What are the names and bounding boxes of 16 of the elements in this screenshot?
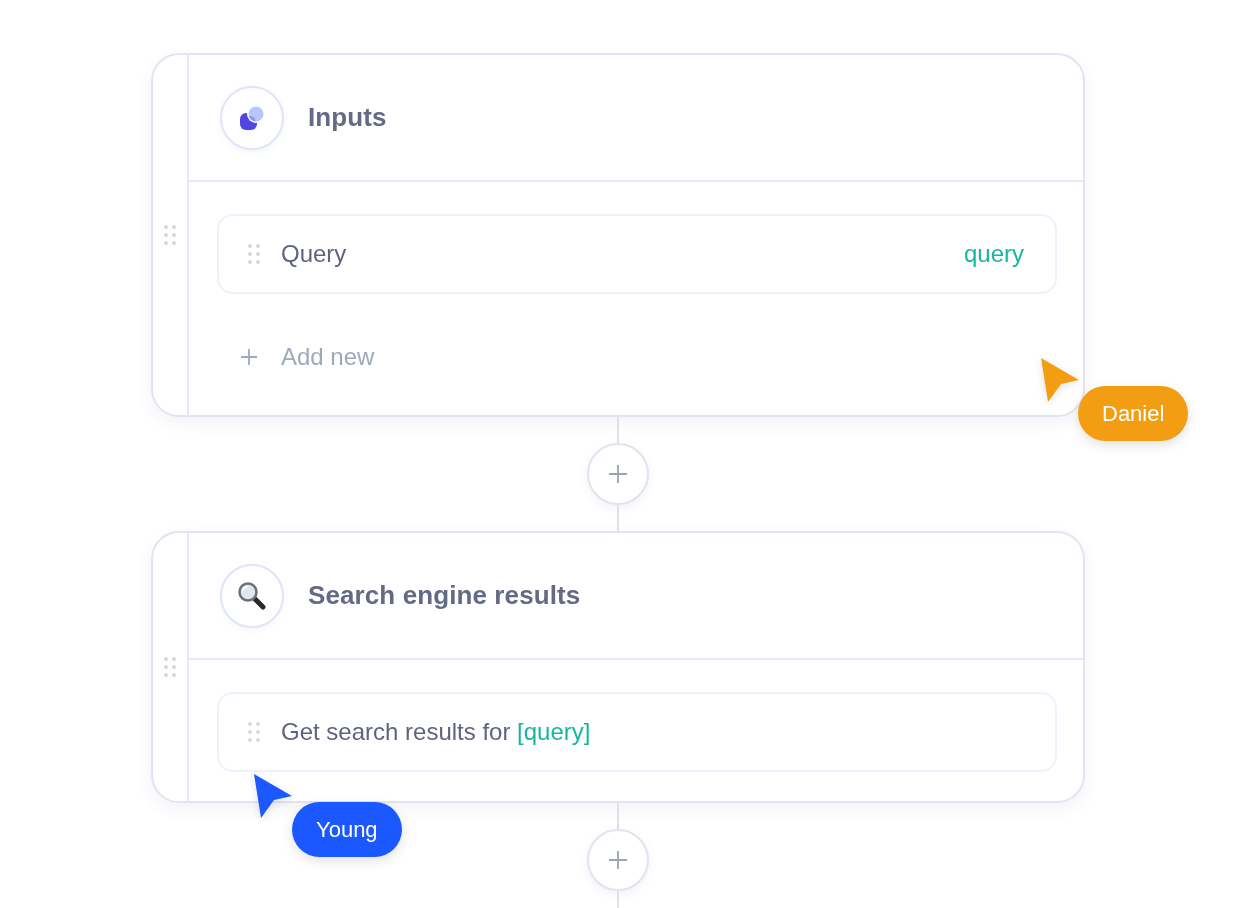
plus-icon — [241, 349, 257, 365]
drag-handle-icon[interactable] — [248, 244, 260, 264]
drag-handle-icon[interactable] — [164, 225, 176, 245]
drag-handle-icon[interactable] — [164, 657, 176, 677]
plus-icon — [609, 851, 627, 869]
prompt-text: Get search results for [query] — [281, 718, 591, 746]
field-row[interactable]: Get search results for [query] — [217, 692, 1057, 772]
field-label: Query — [281, 240, 347, 268]
field-row[interactable]: Query query — [217, 214, 1057, 294]
variable-name: query — [963, 240, 1024, 268]
user-name-tag: Young — [292, 802, 402, 857]
drag-handle-icon[interactable] — [248, 722, 260, 742]
step-title: Search engine results — [308, 580, 581, 611]
step-title: Inputs — [308, 102, 387, 133]
user-name-tag: Daniel — [1078, 386, 1189, 441]
plus-icon — [609, 465, 627, 483]
